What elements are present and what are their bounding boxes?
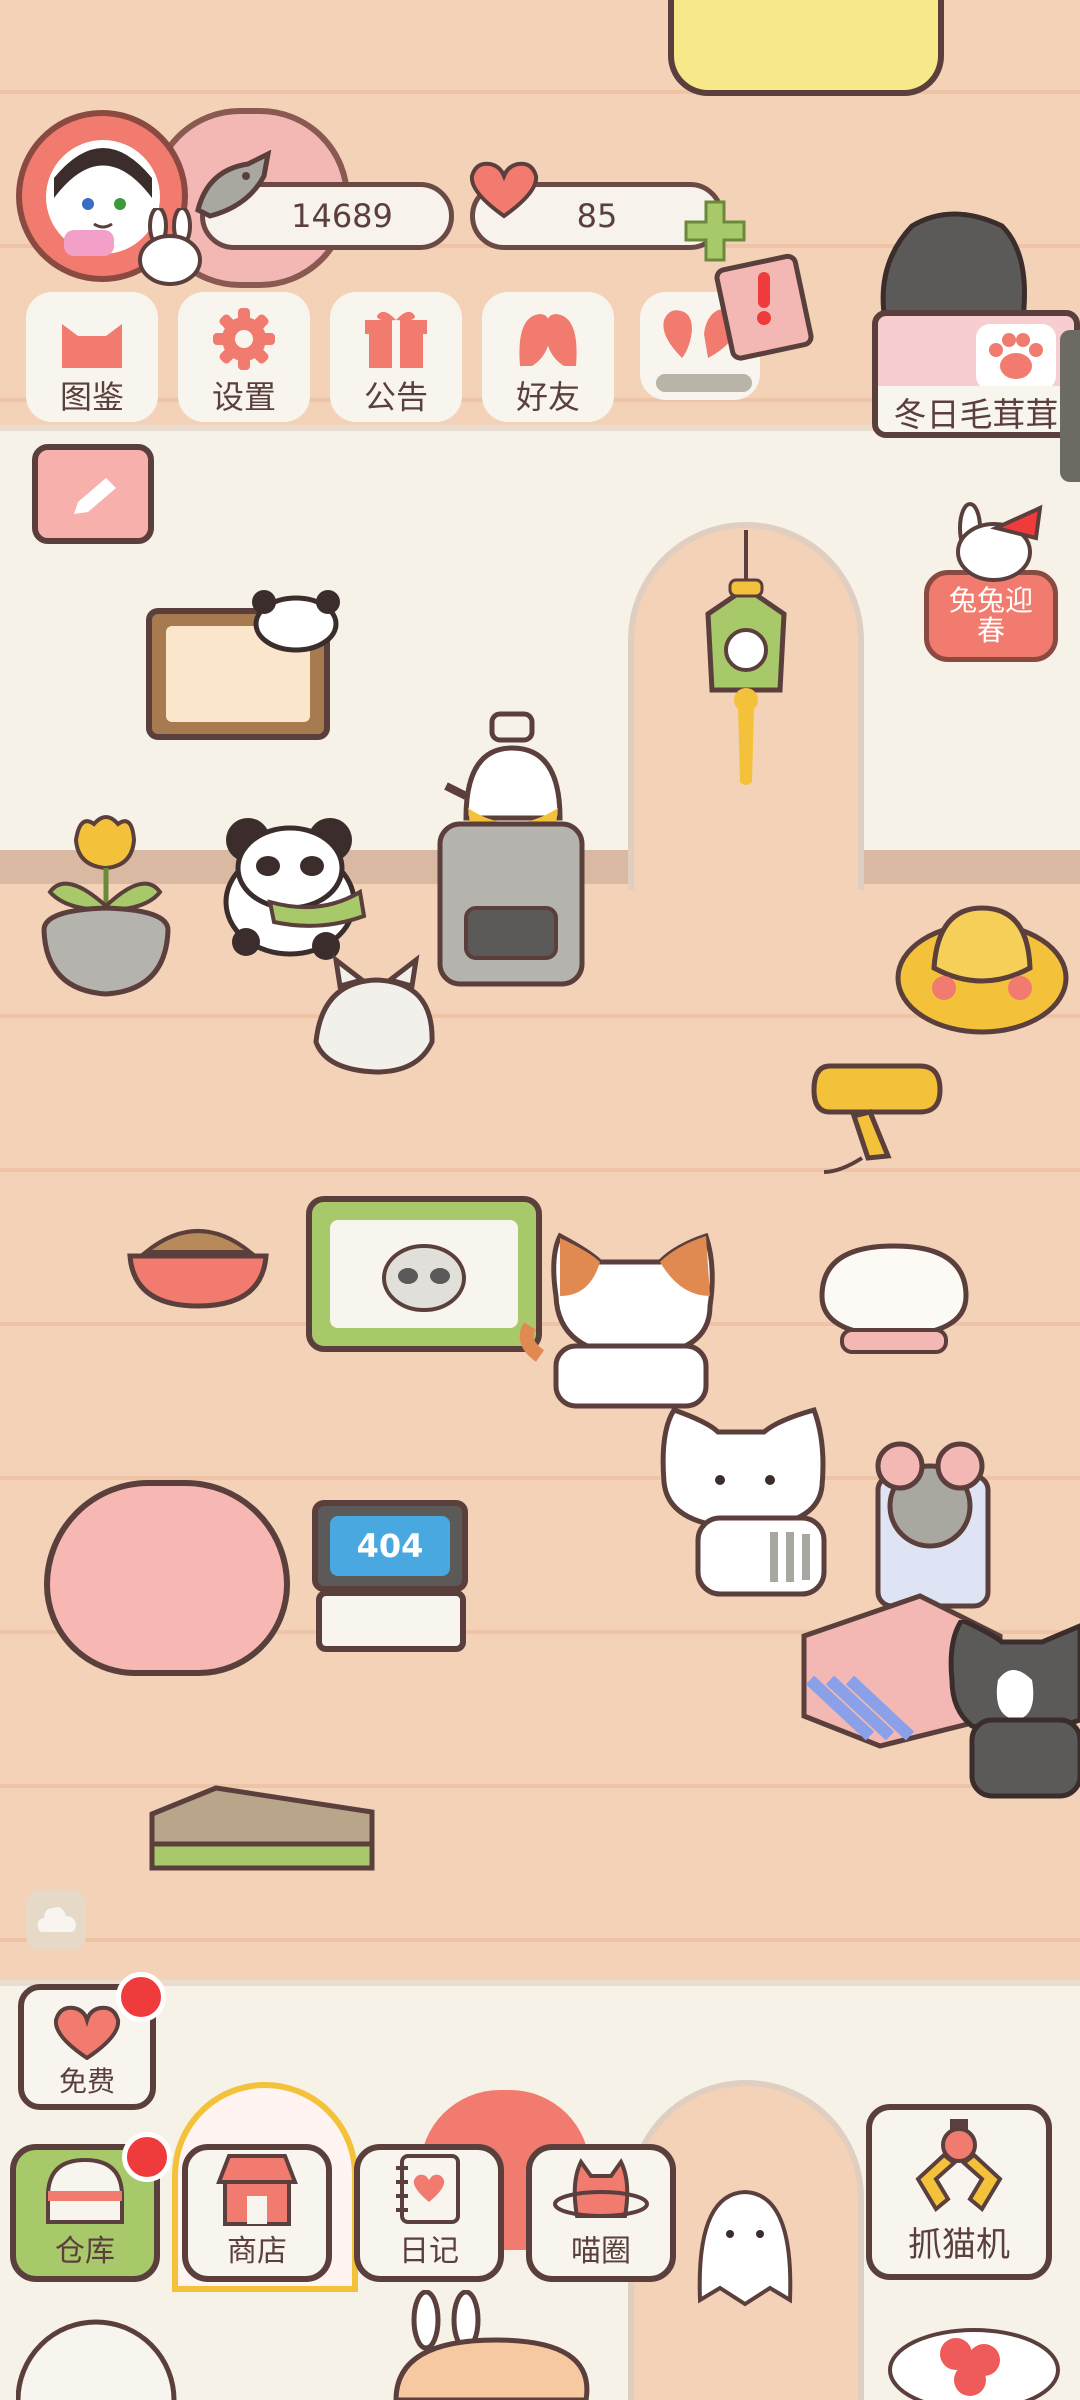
panda-portrait-frame[interactable] bbox=[306, 1196, 542, 1352]
gear-icon bbox=[213, 308, 275, 370]
laptop-screen-text: 404 bbox=[330, 1516, 450, 1576]
rabbit-santa-icon bbox=[956, 502, 1043, 582]
gift-icon bbox=[365, 311, 427, 368]
tulip-plant[interactable] bbox=[36, 810, 176, 1000]
fruit-plate[interactable] bbox=[886, 2300, 1062, 2400]
heart-count: 85 bbox=[576, 197, 618, 235]
settings-button[interactable]: 设置 bbox=[178, 292, 310, 422]
cat-circle-button[interactable]: 喵圈 bbox=[526, 2144, 676, 2282]
winter-event-banner[interactable]: 冬日毛茸茸 bbox=[872, 310, 1080, 438]
catalog-button[interactable]: 图鉴 bbox=[26, 292, 158, 422]
shop-button[interactable]: 商店 bbox=[182, 2144, 332, 2282]
laptop[interactable]: 404 bbox=[312, 1500, 468, 1652]
warehouse-label: 仓库 bbox=[55, 2234, 115, 2269]
claw-machine-button[interactable]: 抓猫机 bbox=[866, 2104, 1052, 2280]
mail-alert-icon[interactable] bbox=[710, 252, 820, 362]
top-menu: 图鉴 设置 公告 好友 bbox=[26, 292, 614, 422]
fish-count: 14689 bbox=[291, 197, 393, 235]
hair-dryer[interactable] bbox=[810, 1046, 950, 1186]
cushion-stool[interactable] bbox=[816, 1240, 972, 1370]
edit-room-button[interactable] bbox=[32, 444, 154, 544]
event-label: 冬日毛茸茸 bbox=[878, 386, 1074, 432]
food-bowl[interactable] bbox=[126, 1212, 270, 1312]
lucky-charm-ornament[interactable] bbox=[694, 574, 798, 788]
paw-icon bbox=[976, 324, 1056, 390]
fish-icon bbox=[195, 150, 272, 219]
cat-planet-icon bbox=[553, 2158, 649, 2218]
cloud-icon bbox=[37, 1907, 76, 1932]
notice-label: 公告 bbox=[363, 378, 428, 416]
diary-label: 日记 bbox=[399, 2234, 459, 2269]
cat-bed-top[interactable] bbox=[668, 0, 944, 96]
menu-toggle-bar bbox=[656, 374, 752, 392]
heart-icon bbox=[469, 161, 539, 219]
chest-icon bbox=[46, 2157, 124, 2224]
friends-label: 好友 bbox=[515, 378, 580, 416]
white-cat-hat[interactable] bbox=[306, 952, 446, 1082]
claw-icon bbox=[915, 2119, 1003, 2213]
notice-button[interactable]: 公告 bbox=[330, 292, 462, 422]
laptop-keyboard bbox=[316, 1590, 466, 1652]
cat-circle-label: 喵圈 bbox=[571, 2234, 631, 2269]
laptop-screen: 404 bbox=[312, 1500, 468, 1592]
settings-label: 设置 bbox=[211, 378, 276, 416]
friends-button[interactable]: 好友 bbox=[482, 292, 614, 422]
straw-hat[interactable] bbox=[894, 898, 1070, 1038]
side-drawer-handle[interactable] bbox=[1060, 330, 1080, 482]
heart-icon bbox=[53, 2005, 121, 2060]
free-badge bbox=[116, 1972, 166, 2022]
black-cat[interactable] bbox=[942, 1620, 1080, 1800]
calico-cat[interactable] bbox=[510, 1226, 750, 1416]
scratching-board[interactable] bbox=[146, 1784, 376, 1884]
fan[interactable] bbox=[16, 2316, 186, 2400]
shop-icon bbox=[216, 2154, 298, 2226]
player-avatar[interactable] bbox=[16, 110, 202, 286]
catalog-label: 图鉴 bbox=[59, 378, 124, 416]
claw-machine-label: 抓猫机 bbox=[908, 2225, 1010, 2265]
diary-icon bbox=[396, 2154, 460, 2224]
cloud-save-button[interactable] bbox=[26, 1890, 86, 1950]
warehouse-badge bbox=[122, 2132, 172, 2182]
kettle-stove[interactable] bbox=[436, 708, 586, 988]
pink-bean-bag[interactable] bbox=[44, 1480, 290, 1676]
panda-head-icon bbox=[252, 590, 340, 653]
panda-face-icon bbox=[382, 1244, 466, 1312]
pencil-icon bbox=[74, 478, 116, 514]
portrait-canvas bbox=[330, 1220, 518, 1328]
free-label: 免费 bbox=[58, 2065, 115, 2098]
friends-icon bbox=[519, 314, 577, 366]
panda-cat[interactable] bbox=[210, 806, 380, 966]
ghost-ornament[interactable] bbox=[690, 2180, 800, 2310]
shop-label: 商店 bbox=[227, 2234, 287, 2269]
rabbit-event-label: 兔兔迎春 bbox=[948, 584, 1033, 647]
bunny-cat[interactable] bbox=[386, 2290, 606, 2400]
cat-head-icon bbox=[62, 324, 122, 368]
diary-button[interactable]: 日记 bbox=[354, 2144, 504, 2282]
